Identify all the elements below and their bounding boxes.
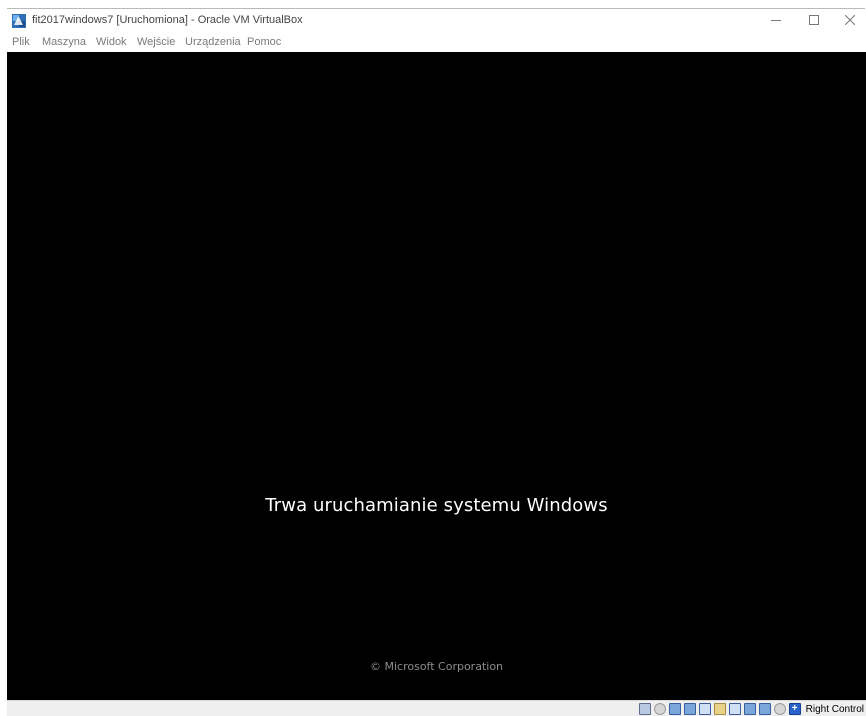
menu-widok[interactable]: Widok: [96, 36, 127, 48]
status-icons: + Right Control: [638, 702, 866, 716]
virtualization-icon: [758, 703, 771, 715]
copyright-text: © Microsoft Corporation: [369, 660, 504, 673]
menu-maszyna[interactable]: Maszyna: [42, 36, 86, 48]
close-button[interactable]: [835, 9, 865, 31]
display-icon[interactable]: [728, 703, 741, 715]
shared-folders-icon[interactable]: [713, 703, 726, 715]
status-bar: + Right Control: [7, 700, 866, 716]
virtualbox-icon: [12, 14, 26, 28]
usb-icon[interactable]: [698, 703, 711, 715]
optical-drive-icon[interactable]: [653, 703, 666, 715]
maximize-icon: [809, 15, 819, 25]
virtualbox-window: fit2017windows7 [Uruchomiona] - Oracle V…: [0, 0, 866, 716]
video-capture-icon[interactable]: [743, 703, 756, 715]
close-icon: [845, 15, 855, 25]
title-bar[interactable]: fit2017windows7 [Uruchomiona] - Oracle V…: [7, 9, 866, 35]
minimize-button[interactable]: [761, 9, 791, 31]
menu-plik[interactable]: Plik: [12, 36, 30, 48]
audio-icon[interactable]: [668, 703, 681, 715]
keyboard-icon[interactable]: +: [788, 703, 801, 715]
minimize-icon: [771, 15, 781, 25]
boot-message: Trwa uruchamianie systemu Windows: [265, 495, 608, 516]
vm-display[interactable]: Trwa uruchamianie systemu Windows © Micr…: [7, 52, 866, 700]
host-key-label[interactable]: Right Control: [806, 704, 864, 715]
mouse-integration-icon[interactable]: [773, 703, 786, 715]
menu-urzadzenia[interactable]: Urządzenia: [185, 36, 241, 48]
window-title: fit2017windows7 [Uruchomiona] - Oracle V…: [32, 14, 303, 26]
hard-disk-icon[interactable]: [638, 703, 651, 715]
maximize-button[interactable]: [799, 9, 829, 31]
menu-pomoc[interactable]: Pomoc: [247, 36, 281, 48]
menu-bar: Plik Maszyna Widok Wejście Urządzenia Po…: [7, 35, 866, 52]
menu-wejscie[interactable]: Wejście: [137, 36, 175, 48]
network-icon[interactable]: [683, 703, 696, 715]
